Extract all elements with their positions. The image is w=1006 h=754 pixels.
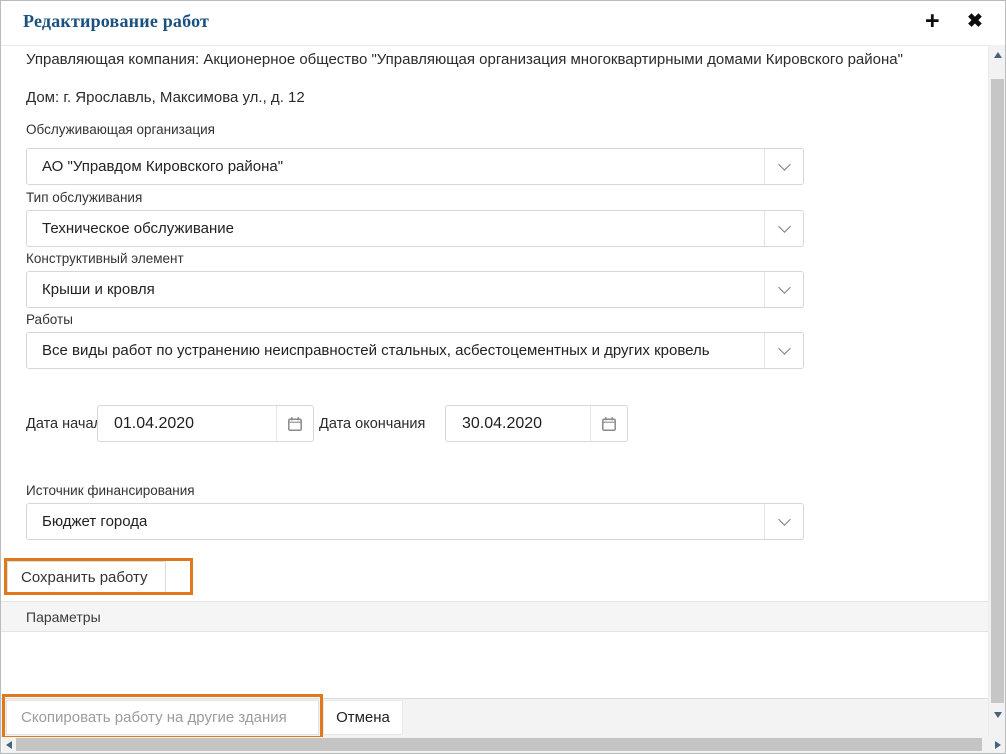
chevron-down-icon (764, 333, 803, 368)
date-end-input[interactable]: 30.04.2020 (445, 405, 628, 442)
calendar-icon[interactable] (276, 406, 313, 441)
scroll-right-icon[interactable] (991, 737, 1005, 752)
calendar-icon[interactable] (590, 406, 627, 441)
service-type-select[interactable]: Техническое обслуживание (26, 210, 804, 247)
date-start-input[interactable]: 01.04.2020 (97, 405, 314, 442)
service-type-value: Техническое обслуживание (27, 220, 234, 237)
dialog-title: Редактирование работ (23, 11, 209, 32)
chevron-down-icon (764, 149, 803, 184)
funding-select[interactable]: Бюджет города (26, 503, 804, 540)
structural-element-label: Конструктивный элемент (26, 251, 184, 266)
scroll-down-icon[interactable] (989, 707, 1006, 723)
edit-work-dialog: Редактирование работ + ✖ Управляющая ком… (0, 0, 1006, 754)
works-value: Все виды работ по устранению неисправнос… (27, 342, 710, 359)
date-start-value: 01.04.2020 (98, 406, 276, 441)
close-icon[interactable]: ✖ (967, 12, 983, 31)
chevron-down-icon (764, 504, 803, 539)
copy-work-button[interactable]: Скопировать работу на другие здания (6, 700, 319, 735)
service-type-label: Тип обслуживания (26, 190, 142, 205)
vertical-scrollbar-thumb[interactable] (991, 79, 1004, 703)
scroll-up-icon[interactable] (989, 47, 1006, 63)
date-end-label: Дата окончания (319, 416, 425, 432)
structural-element-select[interactable]: Крыши и кровля (26, 271, 804, 308)
scroll-left-icon[interactable] (2, 737, 16, 752)
funding-value: Бюджет города (27, 513, 147, 530)
chevron-down-icon (764, 272, 803, 307)
horizontal-scrollbar[interactable] (2, 737, 1005, 752)
parameters-section-header: Параметры (1, 601, 989, 632)
works-label: Работы (26, 312, 73, 327)
service-org-value: АО "Управдом Кировского района" (27, 158, 283, 175)
funding-label: Источник финансирования (26, 483, 195, 498)
cancel-button[interactable]: Отмена (323, 700, 403, 735)
management-company-text: Управляющая компания: Акционерное общест… (26, 51, 976, 68)
works-select[interactable]: Все виды работ по устранению неисправнос… (26, 332, 804, 369)
service-org-label: Обслуживающая организация (26, 122, 215, 137)
service-org-select[interactable]: АО "Управдом Кировского района" (26, 148, 804, 185)
save-work-button[interactable]: Сохранить работу (7, 561, 166, 593)
dialog-header: Редактирование работ + ✖ (1, 1, 988, 46)
vertical-scrollbar[interactable] (988, 45, 1006, 737)
house-text: Дом: г. Ярославль, Максимова ул., д. 12 (26, 89, 976, 106)
horizontal-scrollbar-thumb[interactable] (16, 738, 982, 751)
add-icon[interactable]: + (925, 9, 940, 34)
date-end-value: 30.04.2020 (446, 406, 590, 441)
chevron-down-icon (764, 211, 803, 246)
structural-element-value: Крыши и кровля (27, 281, 155, 298)
